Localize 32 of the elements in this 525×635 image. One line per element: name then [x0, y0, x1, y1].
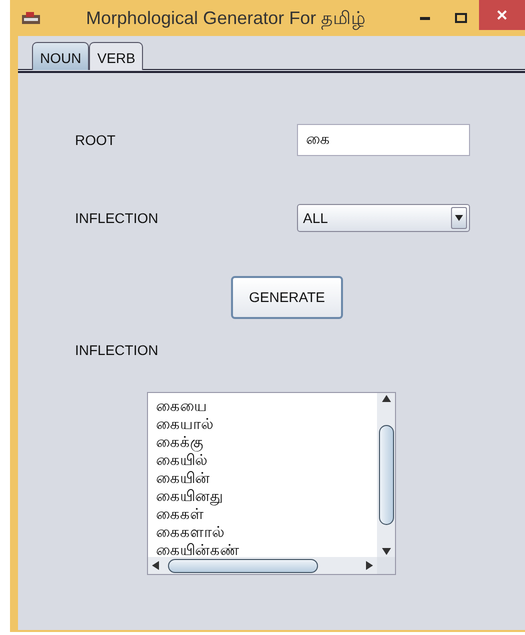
root-input-field[interactable]: கை — [297, 124, 470, 156]
list-item[interactable]: கையால் — [156, 416, 369, 434]
down-arrow-icon[interactable] — [382, 548, 390, 555]
inflection-dropdown[interactable]: ALL — [297, 204, 470, 232]
caret-icon — [455, 215, 463, 221]
inflection-results-label: INFLECTION — [75, 341, 158, 360]
maximize-icon[interactable] — [455, 13, 467, 23]
left-arrow-icon[interactable] — [152, 561, 159, 570]
up-arrow-icon[interactable] — [382, 395, 390, 402]
list-item[interactable]: கையில் — [156, 452, 369, 470]
list-item[interactable]: கையினது — [156, 488, 369, 506]
vertical-scrollbar[interactable] — [377, 393, 395, 557]
inflection-label: INFLECTION — [75, 208, 158, 228]
tab[interactable]: VERB — [89, 42, 144, 70]
minimize-icon[interactable] — [420, 16, 430, 20]
scroll-thumb[interactable] — [168, 558, 318, 572]
list-item[interactable]: கையின்கண் — [156, 542, 369, 557]
window-title: Morphological Generator For தமிழ் — [86, 4, 407, 32]
app-icon — [22, 12, 40, 24]
close-button[interactable] — [479, 0, 525, 30]
list-item[interactable]: கையை — [156, 398, 369, 416]
list-item[interactable]: கைக்கு — [156, 434, 369, 452]
list-item[interactable]: கைகள் — [156, 506, 369, 524]
list-item[interactable]: கையின் — [156, 470, 369, 488]
close-icon — [497, 10, 507, 20]
root-label: ROOT — [75, 130, 116, 150]
tab[interactable]: NOUN — [32, 42, 90, 70]
right-arrow-icon[interactable] — [366, 561, 373, 570]
generate-button[interactable]: GENERATE — [231, 276, 343, 319]
list-item[interactable]: கைகளால் — [156, 524, 369, 542]
scroll-thumb[interactable] — [378, 425, 394, 525]
horizontal-scrollbar[interactable] — [148, 557, 377, 574]
